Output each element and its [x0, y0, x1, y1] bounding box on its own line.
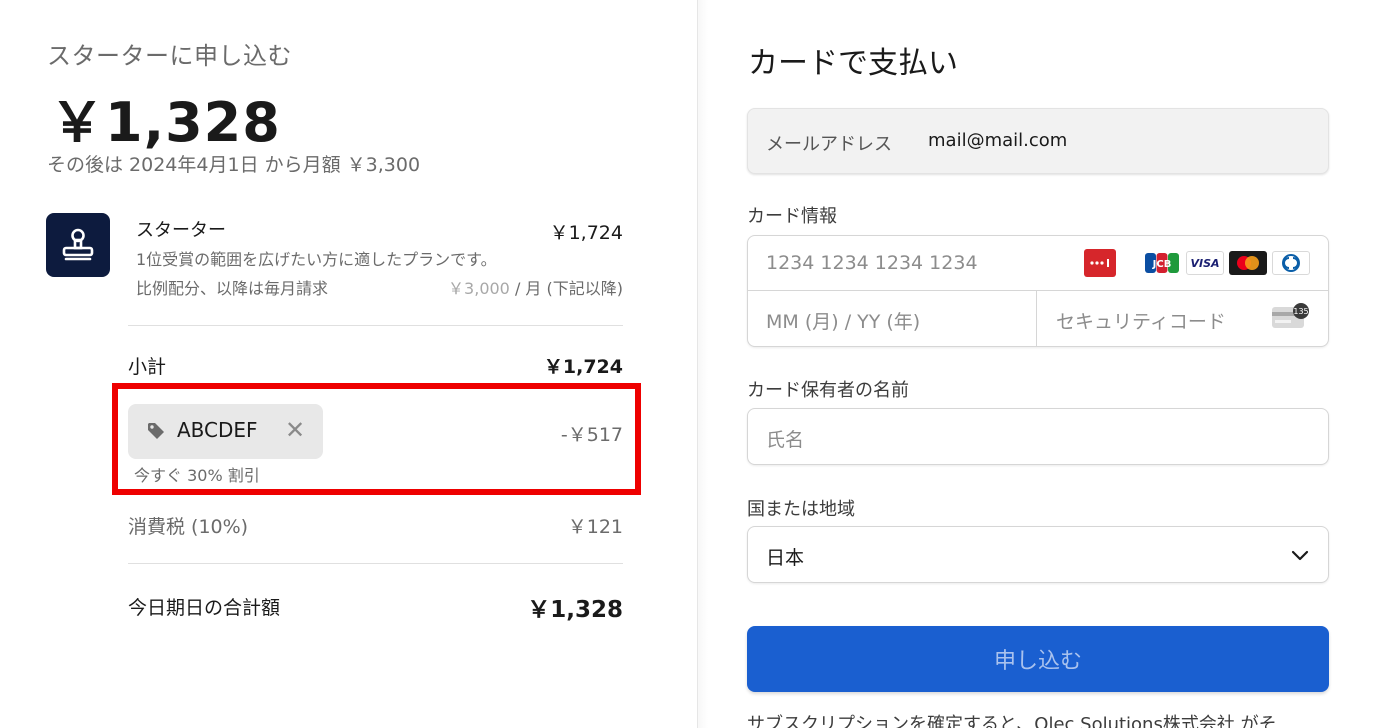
payment-title: カードで支払い [748, 46, 958, 81]
diners-club-icon [1272, 251, 1310, 275]
coupon-discount-note: 今すぐ 30% 割引 [134, 466, 260, 485]
subtotal-value: ￥1,724 [543, 356, 623, 378]
total-label: 今日期日の合計額 [128, 597, 281, 619]
cardholder-name-label: カード保有者の名前 [747, 380, 909, 401]
chevron-down-icon [1291, 550, 1309, 561]
divider [128, 563, 623, 564]
terms-text: サブスクリプションを確定すると、Olec Solutions株式会社 がそ [747, 714, 1277, 728]
country-value: 日本 [766, 547, 805, 569]
recurring-price-note: その後は 2024年4月1日 から月額 ￥3,300 [47, 154, 421, 176]
card-number-input[interactable]: 1234 1234 1234 1234 [766, 252, 978, 274]
expiry-input[interactable]: MM (月) / YY (年) [766, 307, 920, 334]
order-summary-panel: スターターに申し込む ￥1,328 その後は 2024年4月1日 から月額 ￥3… [0, 0, 697, 728]
prorate-suffix: / 月 (下記以降) [509, 279, 623, 298]
subscribe-button[interactable]: 申し込む [747, 626, 1329, 692]
card-brand-icon [1084, 249, 1116, 277]
tag-icon [148, 423, 164, 439]
product-icon [46, 213, 110, 277]
card-info-label: カード情報 [747, 206, 837, 227]
visa-text: VISA [1190, 256, 1220, 270]
prorate-label: 比例配分、以降は毎月請求 [136, 279, 329, 298]
prorate-amount: ￥3,000 [448, 279, 510, 298]
stamp-icon [62, 228, 94, 261]
cardholder-name-input[interactable] [747, 408, 1329, 465]
plan-title: スターターに申し込む [47, 42, 292, 70]
svg-text:135: 135 [1293, 307, 1308, 316]
card-brand-dots-icon [1090, 259, 1109, 267]
cvc-input[interactable]: セキュリティコード [1056, 307, 1226, 334]
product-price: ￥1,724 [549, 222, 623, 244]
prorate-price: ￥3,000 / 月 (下記以降) [380, 275, 623, 299]
product-description: 1位受賞の範囲を広げたい方に適したプランです。 [136, 250, 497, 269]
visa-icon: VISA [1186, 251, 1224, 275]
product-name: スターター [136, 220, 226, 241]
cvc-card-icon: 135 [1272, 303, 1309, 328]
coupon-code: ABCDEF [177, 418, 258, 442]
total-value: ￥1,328 [527, 597, 623, 623]
tax-label: 消費税 (10%) [128, 516, 249, 538]
card-divider-vertical [1036, 291, 1037, 347]
card-divider [747, 290, 1329, 291]
svg-text:JCB: JCB [1152, 259, 1172, 270]
subtotal-label: 小計 [128, 356, 167, 378]
subscribe-button-label: 申し込む [993, 649, 1082, 674]
country-label: 国または地域 [747, 499, 855, 520]
cardholder-name-placeholder: 氏名 [766, 429, 805, 451]
panel-shadow [698, 0, 708, 728]
mastercard-icon [1229, 251, 1267, 275]
country-select[interactable] [747, 526, 1329, 583]
jcb-icon: JCB [1144, 251, 1180, 275]
email-value: mail@mail.com [928, 130, 1068, 151]
tax-value: ￥121 [567, 516, 623, 538]
remove-coupon-icon[interactable]: ✕ [284, 418, 306, 442]
email-label: メールアドレス [766, 134, 892, 155]
total-price-large: ￥1,328 [50, 91, 281, 154]
coupon-discount-amount: -￥517 [560, 424, 623, 446]
divider [128, 325, 623, 326]
